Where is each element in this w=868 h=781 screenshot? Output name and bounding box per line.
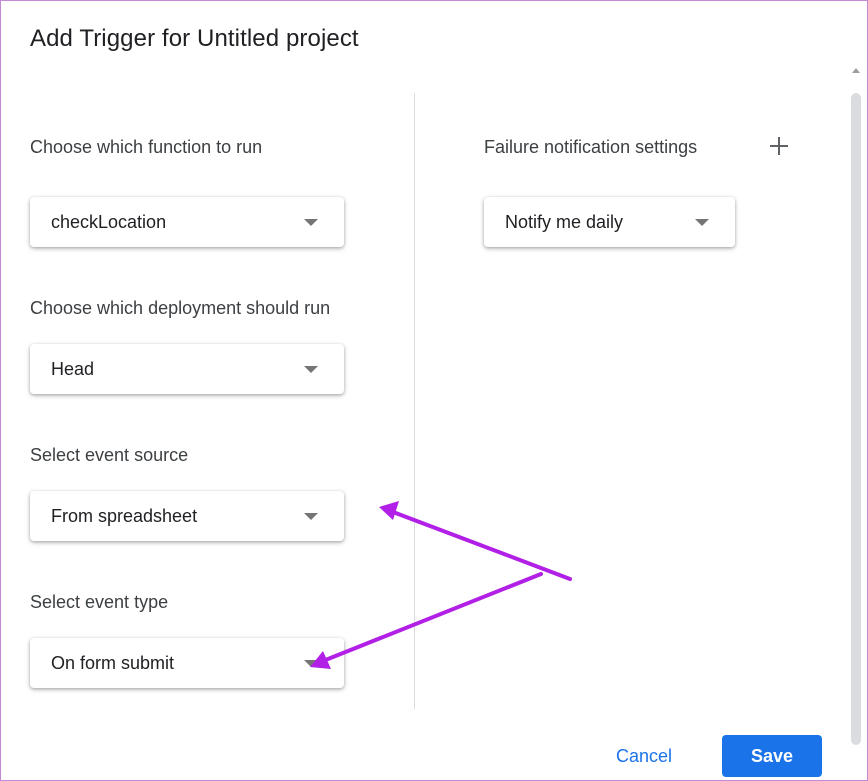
event-source-select-value: From spreadsheet — [51, 506, 198, 526]
failure-notification-select[interactable]: Notify me daily — [484, 197, 735, 247]
caret-down-icon — [304, 366, 318, 373]
failure-notification-select-value: Notify me daily — [505, 212, 624, 232]
cancel-button[interactable]: Cancel — [599, 735, 689, 777]
event-source-label: Select event source — [30, 445, 189, 465]
add-trigger-dialog: Add Trigger for Untitled project Choose … — [0, 0, 868, 781]
caret-down-icon — [304, 219, 318, 226]
deployment-select-value: Head — [51, 359, 95, 379]
annotation-arrow-upper — [379, 501, 572, 581]
save-button[interactable]: Save — [722, 735, 822, 777]
column-divider — [414, 93, 415, 709]
scroll-up-arrow-icon[interactable] — [852, 68, 860, 73]
event-type-label: Select event type — [30, 592, 169, 612]
event-type-select[interactable]: On form submit — [30, 638, 344, 688]
dialog-title: Add Trigger for Untitled project — [30, 25, 359, 52]
function-label: Choose which function to run — [30, 137, 263, 157]
caret-down-icon — [304, 660, 318, 667]
failure-notification-label: Failure notification settings — [484, 137, 698, 157]
caret-down-icon — [304, 513, 318, 520]
function-select[interactable]: checkLocation — [30, 197, 344, 247]
plus-icon[interactable] — [767, 134, 791, 158]
deployment-label: Choose which deployment should run — [30, 298, 331, 318]
function-select-value: checkLocation — [51, 212, 167, 232]
deployment-select[interactable]: Head — [30, 344, 344, 394]
scrollbar[interactable] — [851, 93, 861, 745]
event-source-select[interactable]: From spreadsheet — [30, 491, 344, 541]
annotation-arrow-lower — [310, 572, 543, 669]
caret-down-icon — [695, 219, 709, 226]
event-type-select-value: On form submit — [51, 653, 175, 673]
